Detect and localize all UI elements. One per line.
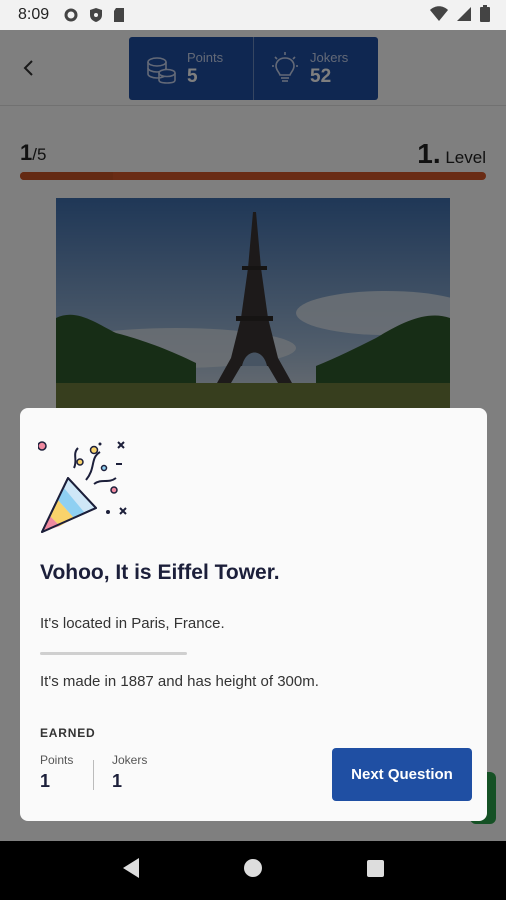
wifi-icon: [430, 5, 448, 27]
earned-jokers-value: 1: [112, 771, 123, 791]
status-time: 8:09: [18, 6, 50, 23]
nav-home-button[interactable]: [243, 858, 263, 883]
earned-points-label: Points: [40, 753, 74, 767]
settings-icon: [63, 7, 79, 23]
shield-icon: [89, 7, 103, 23]
result-title: Vohoo, It is Eiffel Tower.: [40, 561, 280, 584]
signal-icon: [456, 6, 472, 27]
fact-location: It's located in Paris, France.: [40, 615, 225, 632]
earned-jokers-label: Jokers: [112, 753, 148, 767]
earned-points-value: 1: [40, 771, 51, 791]
system-nav-bar: [0, 841, 506, 900]
result-modal: Vohoo, It is Eiffel Tower. It's located …: [20, 408, 487, 821]
nav-recents-button[interactable]: [366, 859, 385, 883]
nav-back-button[interactable]: [121, 857, 141, 884]
earned-separator: [93, 760, 94, 790]
party-popper-icon: [38, 441, 127, 533]
back-triangle-icon: [123, 858, 140, 878]
status-bar: 8:09: [0, 0, 506, 30]
next-question-button[interactable]: Next Question: [332, 748, 472, 801]
earned-jokers: Jokers 1: [112, 753, 147, 792]
recents-square-icon: [366, 859, 384, 877]
sd-card-icon: [113, 7, 125, 23]
battery-icon: [480, 5, 490, 27]
fact-divider: [40, 652, 187, 655]
fact-history: It's made in 1887 and has height of 300m…: [40, 673, 319, 690]
home-circle-icon: [244, 859, 263, 877]
earned-points: Points 1: [40, 753, 73, 792]
earned-heading: EARNED: [40, 726, 96, 740]
